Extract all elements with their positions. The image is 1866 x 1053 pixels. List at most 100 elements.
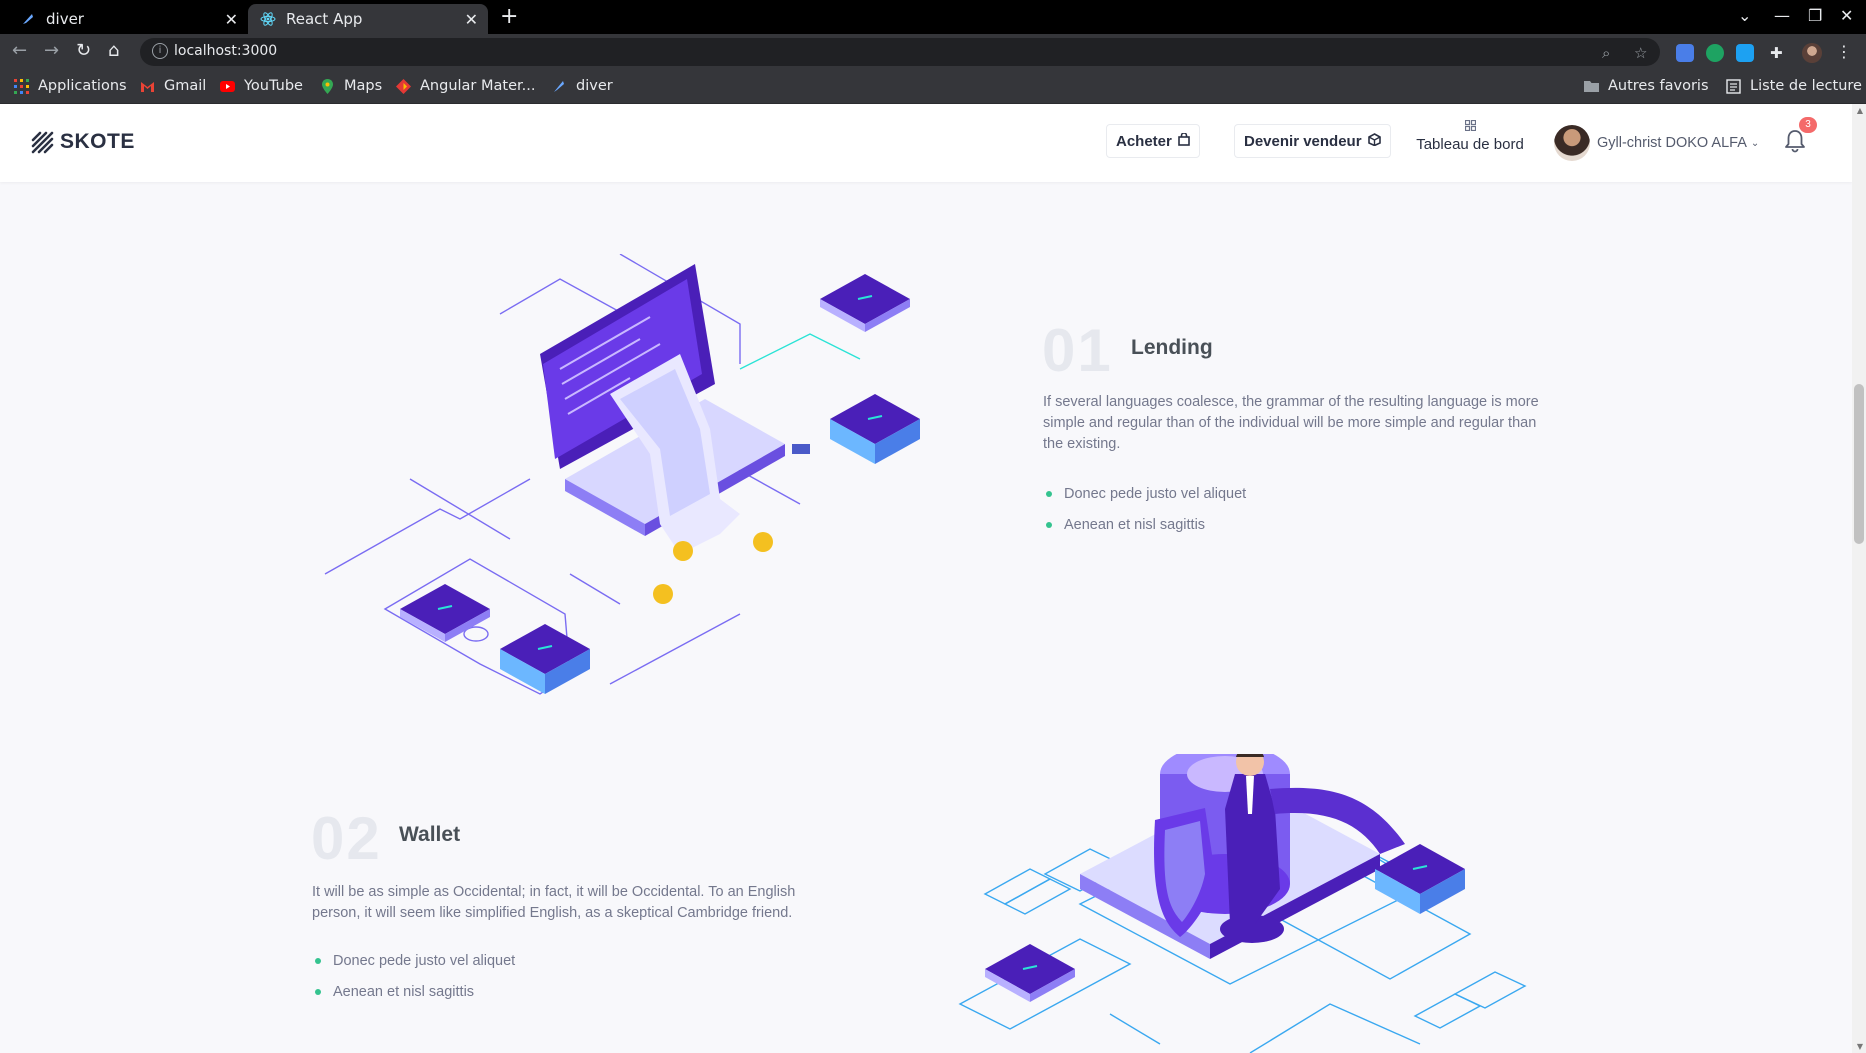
zoom-icon[interactable]: ⌕ (1602, 44, 1610, 62)
feature-title: Lending (1131, 336, 1213, 359)
bookmark-label: Applications (38, 78, 127, 94)
scrollbar-thumb[interactable] (1854, 384, 1864, 544)
site-info-icon[interactable]: i (152, 43, 168, 59)
skote-logo-icon (31, 131, 54, 154)
reload-icon[interactable]: ↻ (76, 40, 91, 61)
bookmark-label: Maps (344, 78, 383, 94)
grid-icon (1410, 119, 1530, 134)
home-icon[interactable]: ⌂ (108, 40, 119, 61)
reading-list-icon (1726, 78, 1741, 94)
address-bar[interactable]: i localhost:3000 ⌕ ☆ (140, 38, 1660, 66)
feature-number: 02 (311, 805, 382, 872)
dashboard-link[interactable]: Tableau de bord (1410, 119, 1530, 153)
list-item-text: Aenean et nisl sagittis (333, 983, 475, 1000)
bullet-dot-icon (315, 957, 321, 964)
browser-tab-react-app[interactable]: React App ✕ (248, 4, 488, 34)
gmail-icon (140, 79, 155, 94)
forward-arrow-icon[interactable]: → (44, 40, 59, 61)
bookmark-star-icon[interactable]: ☆ (1634, 44, 1647, 62)
feather-icon (20, 11, 36, 27)
puzzle-extensions-icon[interactable]: ✚ (1770, 44, 1788, 62)
youtube-icon (220, 79, 235, 94)
lending-illustration (324, 254, 920, 695)
bookmark-angular-material[interactable]: Angular Mater... (396, 78, 535, 94)
grammar-extension-icon[interactable] (1706, 44, 1724, 62)
bookmark-youtube[interactable]: YouTube (220, 78, 303, 94)
user-name: Gyll-christ DOKO ALFA (1597, 135, 1747, 151)
browser-tab-strip: diver ✕ React App ✕ + ⌄ — ❐ ✕ (0, 0, 1866, 34)
box-icon (1367, 133, 1381, 149)
minimize-icon[interactable]: — (1774, 6, 1790, 25)
logo-text: SKOTE (60, 130, 135, 153)
become-seller-button[interactable]: Devenir vendeur (1234, 124, 1391, 158)
close-icon[interactable]: ✕ (225, 10, 238, 29)
list-item: Aenean et nisl sagittis (315, 976, 515, 1007)
bookmark-gmail[interactable]: Gmail (140, 78, 206, 94)
list-item: Donec pede justo vel aliquet (1046, 478, 1246, 509)
apps-grid-icon (14, 78, 29, 94)
scroll-down-arrow-icon[interactable]: ▼ (1857, 1042, 1863, 1051)
tab-title: diver (46, 10, 84, 28)
angular-material-icon (396, 78, 411, 94)
bookmark-label: Angular Mater... (420, 78, 536, 94)
notification-badge: 3 (1799, 117, 1817, 133)
tab-title: React App (286, 10, 363, 28)
folder-icon (1584, 79, 1599, 94)
list-item: Donec pede justo vel aliquet (315, 945, 515, 976)
window-close-icon[interactable]: ✕ (1840, 6, 1853, 25)
translate-extension-icon[interactable] (1676, 44, 1694, 62)
bookmark-other-favorites[interactable]: Autres favoris (1584, 78, 1709, 94)
feature-list: Donec pede justo vel aliquet Aenean et n… (315, 945, 515, 1007)
bookmark-applications[interactable]: Applications (14, 78, 127, 94)
user-dropdown[interactable]: Gyll-christ DOKO ALFA ⌄ (1554, 125, 1759, 161)
dashboard-label: Tableau de bord (1416, 136, 1524, 153)
feather-icon (552, 79, 567, 94)
wallet-illustration (958, 754, 1527, 1053)
page-viewport: SKOTE Acheter Devenir vendeur Tableau de… (0, 104, 1866, 1053)
scroll-up-arrow-icon[interactable]: ▲ (1857, 106, 1863, 115)
avatar (1554, 125, 1590, 161)
tab-search-icon[interactable]: ⌄ (1738, 6, 1751, 25)
list-item-text: Donec pede justo vel aliquet (1064, 485, 1247, 502)
buy-button[interactable]: Acheter (1106, 124, 1200, 158)
back-arrow-icon[interactable]: ← (12, 40, 27, 61)
bookmark-maps[interactable]: Maps (320, 78, 382, 94)
browser-toolbar: ← → ↻ ⌂ i localhost:3000 ⌕ ☆ ✚ ⋮ (0, 34, 1866, 70)
chevron-down-icon: ⌄ (1750, 137, 1760, 149)
bullet-dot-icon (1046, 521, 1052, 528)
list-item-text: Aenean et nisl sagittis (1064, 516, 1206, 533)
url-text: localhost:3000 (174, 43, 278, 59)
buy-button-label: Acheter (1116, 132, 1172, 150)
feature-description: It will be as simple as Occidental; in f… (312, 884, 796, 921)
extension-icon[interactable] (1736, 44, 1754, 62)
list-item-text: Donec pede justo vel aliquet (333, 952, 516, 969)
feature-description: If several languages coalesce, the gramm… (1043, 394, 1539, 452)
shopping-bag-icon (1178, 132, 1190, 149)
maps-pin-icon (320, 78, 335, 94)
menu-kebab-icon[interactable]: ⋮ (1836, 42, 1854, 61)
feature-number: 01 (1042, 317, 1113, 384)
react-icon (260, 11, 276, 27)
close-icon[interactable]: ✕ (465, 10, 478, 29)
feature-list: Donec pede justo vel aliquet Aenean et n… (1046, 478, 1246, 540)
list-item: Aenean et nisl sagittis (1046, 509, 1246, 540)
browser-tab-diver[interactable]: diver ✕ (8, 4, 248, 34)
bookmark-reading-list[interactable]: Liste de lecture (1726, 78, 1862, 94)
bookmark-diver[interactable]: diver (552, 78, 613, 94)
bookmark-label: diver (576, 78, 613, 94)
site-header: SKOTE Acheter Devenir vendeur Tableau de… (0, 104, 1852, 182)
bookmark-label: Autres favoris (1608, 78, 1709, 94)
bookmark-label: Gmail (164, 78, 207, 94)
restore-icon[interactable]: ❐ (1808, 6, 1822, 25)
bookmark-label: Liste de lecture (1750, 78, 1862, 94)
new-tab-plus-icon[interactable]: + (500, 4, 518, 29)
become-seller-label: Devenir vendeur (1244, 132, 1362, 150)
profile-avatar[interactable] (1802, 43, 1822, 63)
bookmark-label: YouTube (244, 78, 303, 94)
site-logo[interactable]: SKOTE (30, 130, 135, 154)
page-scrollbar[interactable]: ▲ ▼ (1852, 104, 1866, 1053)
bullet-dot-icon (1046, 490, 1052, 497)
bookmarks-bar: Applications Gmail YouTube Maps Angular … (0, 70, 1866, 104)
bullet-dot-icon (315, 988, 321, 995)
feature-title: Wallet (399, 823, 461, 846)
